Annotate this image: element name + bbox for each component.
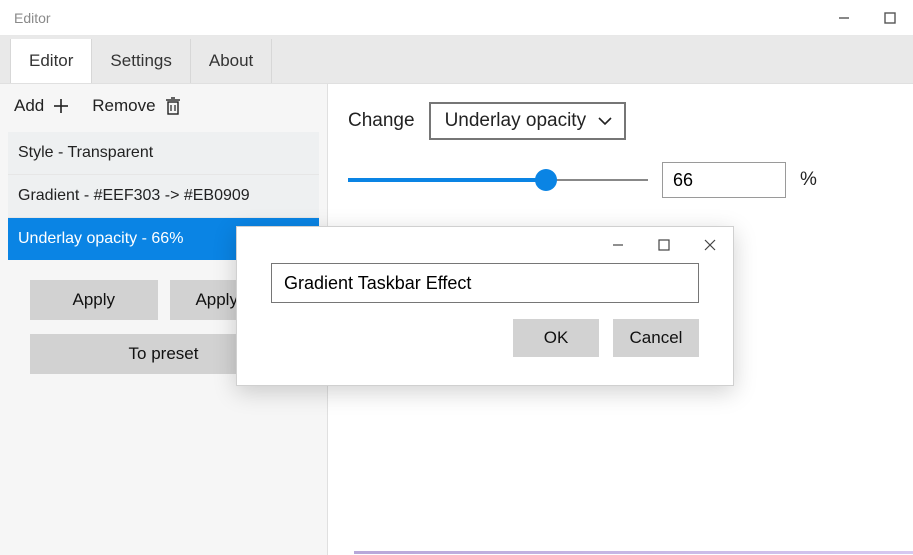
- apply-button[interactable]: Apply: [30, 280, 158, 320]
- close-icon: [704, 239, 716, 251]
- cancel-button[interactable]: Cancel: [613, 319, 699, 357]
- dialog-minimize-button[interactable]: [595, 227, 641, 263]
- list-item[interactable]: Style - Transparent: [8, 132, 319, 174]
- dialog-button-row: OK Cancel: [237, 303, 733, 357]
- slider-thumb[interactable]: [535, 169, 557, 191]
- tabstrip: Editor Settings About: [0, 36, 913, 84]
- footer-accent-line: [354, 551, 913, 554]
- change-property-dropdown[interactable]: Underlay opacity: [429, 102, 627, 140]
- preset-name-input[interactable]: [271, 263, 699, 303]
- plus-icon: [52, 97, 70, 115]
- tab-editor[interactable]: Editor: [10, 39, 92, 83]
- remove-label: Remove: [92, 96, 155, 116]
- window-title: Editor: [0, 10, 51, 26]
- left-toolbar: Add Remove: [0, 84, 327, 126]
- list-item[interactable]: Gradient - #EEF303 -> #EB0909: [8, 174, 319, 217]
- window-minimize-button[interactable]: [821, 0, 867, 36]
- minimize-icon: [838, 12, 850, 24]
- dialog-close-button[interactable]: [687, 227, 733, 263]
- opacity-value-input[interactable]: [662, 162, 786, 198]
- slider-fill: [348, 178, 546, 182]
- add-label: Add: [14, 96, 44, 116]
- window-maximize-button[interactable]: [867, 0, 913, 36]
- remove-button[interactable]: Remove: [92, 96, 181, 116]
- change-label: Change: [348, 110, 415, 132]
- chevron-down-icon: [598, 116, 612, 126]
- trash-icon: [164, 96, 182, 116]
- tab-settings[interactable]: Settings: [92, 39, 190, 83]
- dropdown-selected: Underlay opacity: [445, 110, 587, 132]
- preset-name-dialog: OK Cancel: [236, 226, 734, 386]
- dialog-body: [237, 263, 733, 303]
- window-titlebar: Editor: [0, 0, 913, 36]
- ok-button[interactable]: OK: [513, 319, 599, 357]
- dialog-maximize-button[interactable]: [641, 227, 687, 263]
- add-button[interactable]: Add: [14, 96, 70, 116]
- value-row: %: [348, 162, 893, 198]
- percent-suffix: %: [800, 169, 817, 191]
- maximize-icon: [658, 239, 670, 251]
- maximize-icon: [884, 12, 896, 24]
- minimize-icon: [612, 239, 624, 251]
- change-row: Change Underlay opacity: [348, 102, 893, 140]
- tab-about[interactable]: About: [191, 39, 272, 83]
- opacity-slider[interactable]: [348, 170, 648, 190]
- dialog-titlebar: [237, 227, 733, 263]
